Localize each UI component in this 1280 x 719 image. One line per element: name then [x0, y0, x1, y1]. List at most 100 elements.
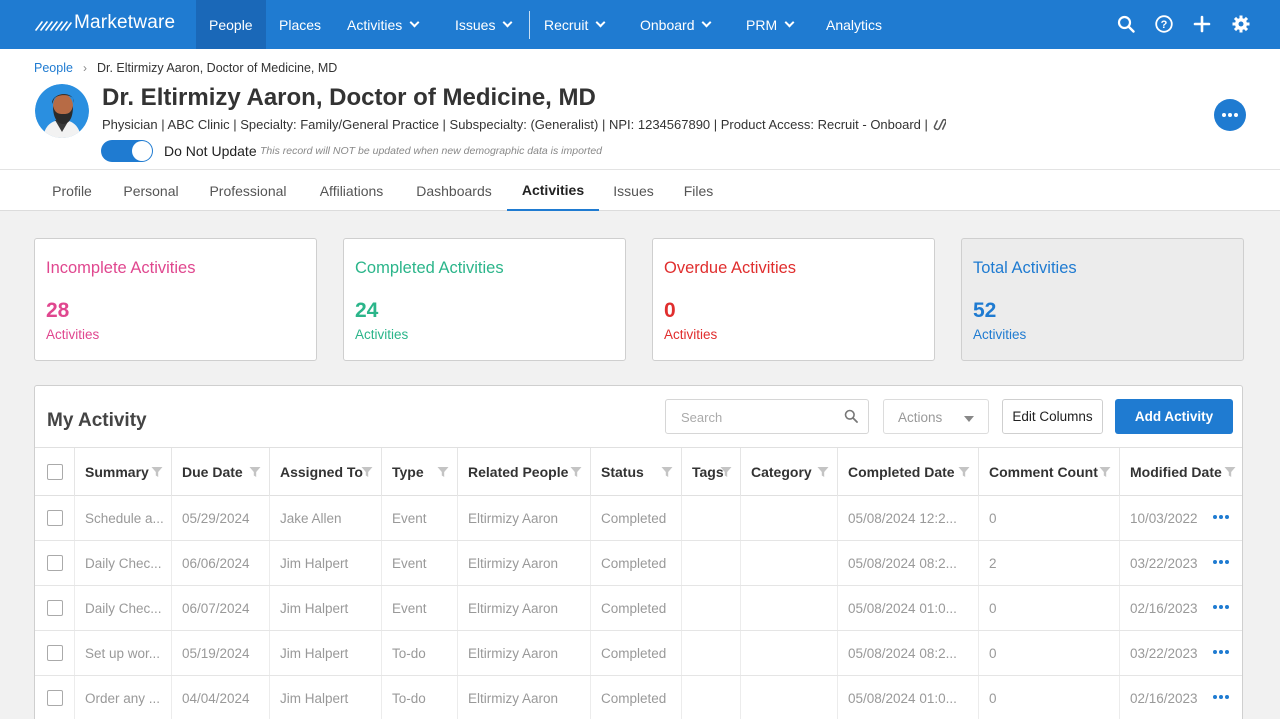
- logo-stripes-icon: [35, 21, 72, 31]
- paperclip-icon[interactable]: [932, 116, 946, 132]
- tab-affiliations[interactable]: Affiliations: [302, 170, 401, 211]
- add-activity-button[interactable]: Add Activity: [1115, 399, 1233, 434]
- row-checkbox[interactable]: [47, 690, 63, 706]
- actions-dropdown[interactable]: Actions: [883, 399, 989, 434]
- cell-summary[interactable]: Daily Chec...: [75, 586, 172, 630]
- table-row[interactable]: Set up wor... 05/19/2024 Jim Halpert To-…: [35, 631, 1242, 676]
- person-details: Physician | ABC Clinic | Specialty: Fami…: [102, 116, 928, 132]
- nav-analytics[interactable]: Analytics: [813, 0, 895, 49]
- total-activities-card[interactable]: Total Activities 52 Activities: [961, 238, 1244, 361]
- col-comment-count[interactable]: Comment Count: [979, 448, 1120, 496]
- tab-dashboards[interactable]: Dashboards: [401, 170, 507, 211]
- filter-icon[interactable]: [249, 466, 261, 478]
- more-options-button[interactable]: [1214, 99, 1246, 131]
- person-subtitle: Physician | ABC Clinic | Specialty: Fami…: [102, 116, 946, 132]
- nav-onboard[interactable]: Onboard: [627, 0, 723, 49]
- filter-icon[interactable]: [958, 466, 970, 478]
- tab-activities[interactable]: Activities: [507, 170, 599, 211]
- plus-icon[interactable]: [1192, 14, 1212, 34]
- col-tags[interactable]: Tags: [682, 448, 741, 496]
- cell-assigned-to: Jim Halpert: [270, 586, 382, 630]
- stat-title: Total Activities: [973, 259, 1077, 277]
- stat-unit: Activities: [46, 327, 100, 342]
- cell-due-date: 05/29/2024: [172, 496, 270, 540]
- col-modified-date[interactable]: Modified Date: [1120, 448, 1242, 496]
- actions-label: Actions: [898, 410, 943, 425]
- col-status[interactable]: Status: [591, 448, 682, 496]
- nav-activities[interactable]: Activities: [334, 0, 431, 49]
- cell-category: [741, 676, 838, 719]
- tab-files[interactable]: Files: [668, 170, 729, 211]
- cell-status: Completed: [591, 676, 682, 719]
- filter-icon[interactable]: [661, 466, 673, 478]
- nav-recruit[interactable]: Recruit: [531, 0, 617, 49]
- cell-category: [741, 541, 838, 585]
- col-category[interactable]: Category: [741, 448, 838, 496]
- filter-icon[interactable]: [570, 466, 582, 478]
- nav-label: Issues: [455, 16, 496, 33]
- stat-value: 28: [46, 299, 70, 322]
- chevron-down-icon: [409, 17, 420, 28]
- row-actions-ellipsis-icon[interactable]: [1213, 560, 1229, 564]
- cell-assigned-to: Jim Halpert: [270, 631, 382, 675]
- tab-profile[interactable]: Profile: [36, 170, 108, 211]
- row-actions-ellipsis-icon[interactable]: [1213, 650, 1229, 654]
- incomplete-activities-card[interactable]: Incomplete Activities 28 Activities: [34, 238, 317, 361]
- table-row[interactable]: Daily Chec... 06/06/2024 Jim Halpert Eve…: [35, 541, 1242, 586]
- edit-columns-button[interactable]: Edit Columns: [1002, 399, 1103, 434]
- cell-summary[interactable]: Order any ...: [75, 676, 172, 719]
- row-actions-ellipsis-icon[interactable]: [1213, 605, 1229, 609]
- col-related-people[interactable]: Related People: [458, 448, 591, 496]
- row-checkbox[interactable]: [47, 555, 63, 571]
- filter-icon[interactable]: [1099, 466, 1111, 478]
- row-actions-ellipsis-icon[interactable]: [1213, 695, 1229, 699]
- marketware-logo[interactable]: Marketware: [34, 12, 175, 34]
- help-icon[interactable]: ?: [1154, 14, 1174, 34]
- table-row[interactable]: Daily Chec... 06/07/2024 Jim Halpert Eve…: [35, 586, 1242, 631]
- nav-issues[interactable]: Issues: [442, 0, 524, 49]
- search-input[interactable]: Search: [665, 399, 869, 434]
- col-assigned-to[interactable]: Assigned To: [270, 448, 382, 496]
- col-due-date[interactable]: Due Date: [172, 448, 270, 496]
- cell-summary[interactable]: Daily Chec...: [75, 541, 172, 585]
- breadcrumb-people-link[interactable]: People: [34, 61, 73, 75]
- cell-due-date: 06/06/2024: [172, 541, 270, 585]
- col-completed-date[interactable]: Completed Date: [838, 448, 979, 496]
- filter-icon[interactable]: [151, 466, 163, 478]
- filter-icon[interactable]: [720, 466, 732, 478]
- cell-summary[interactable]: Set up wor...: [75, 631, 172, 675]
- completed-activities-card[interactable]: Completed Activities 24 Activities: [343, 238, 626, 361]
- cell-summary[interactable]: Schedule a...: [75, 496, 172, 540]
- panel-title: My Activity: [47, 410, 147, 431]
- table-row[interactable]: Order any ... 04/04/2024 Jim Halpert To-…: [35, 676, 1242, 719]
- row-checkbox[interactable]: [47, 510, 63, 526]
- filter-icon[interactable]: [817, 466, 829, 478]
- tab-issues[interactable]: Issues: [599, 170, 668, 211]
- row-checkbox[interactable]: [47, 645, 63, 661]
- table-row[interactable]: Schedule a... 05/29/2024 Jake Allen Even…: [35, 496, 1242, 541]
- search-icon[interactable]: [1116, 14, 1136, 34]
- cell-status: Completed: [591, 586, 682, 630]
- stat-unit: Activities: [664, 327, 718, 342]
- row-checkbox[interactable]: [47, 600, 63, 616]
- gear-icon[interactable]: [1231, 14, 1251, 34]
- select-all-cell: [35, 448, 75, 496]
- nav-places[interactable]: Places: [266, 0, 334, 49]
- cell-completed-date: 05/08/2024 08:2...: [838, 541, 979, 585]
- col-summary[interactable]: Summary: [75, 448, 172, 496]
- tab-professional[interactable]: Professional: [194, 170, 302, 211]
- filter-icon[interactable]: [437, 466, 449, 478]
- filter-icon[interactable]: [361, 466, 373, 478]
- nav-label: Activities: [347, 16, 403, 33]
- tab-personal[interactable]: Personal: [108, 170, 194, 211]
- row-actions-ellipsis-icon[interactable]: [1213, 515, 1229, 519]
- filter-icon[interactable]: [1224, 466, 1236, 478]
- overdue-activities-card[interactable]: Overdue Activities 0 Activities: [652, 238, 935, 361]
- nav-prm[interactable]: PRM: [733, 0, 806, 49]
- nav-people[interactable]: People: [196, 0, 266, 49]
- do-not-update-toggle[interactable]: [101, 140, 153, 162]
- col-type[interactable]: Type: [382, 448, 458, 496]
- chevron-right-icon: ›: [82, 61, 87, 75]
- select-all-checkbox[interactable]: [47, 464, 63, 480]
- search-icon: [844, 409, 858, 423]
